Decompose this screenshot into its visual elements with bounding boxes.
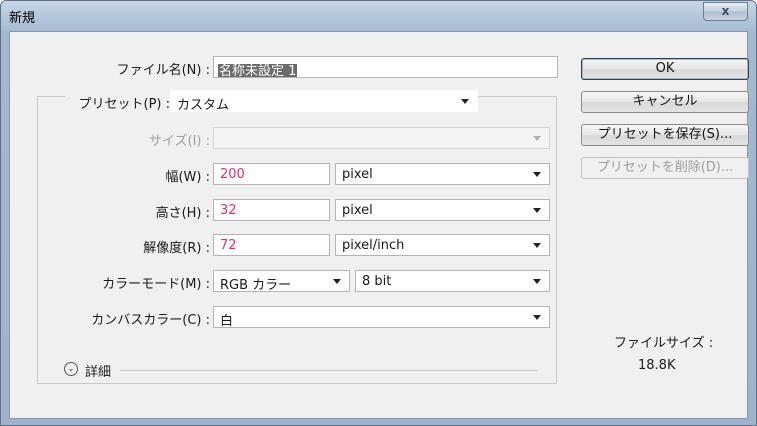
advanced-toggle-label[interactable]: 詳細 — [85, 361, 111, 380]
width-label: 幅(W) : — [165, 170, 210, 185]
height-unit-select[interactable]: pixel — [335, 199, 550, 221]
chevron-down-icon — [533, 208, 541, 213]
width-unit-value: pixel — [342, 167, 373, 182]
width-input[interactable]: 200 — [213, 163, 330, 185]
resolution-unit-select[interactable]: pixel/inch — [335, 234, 550, 256]
close-button[interactable]: x — [703, 2, 748, 21]
bit-depth-select[interactable]: 8 bit — [355, 270, 550, 292]
preset-select[interactable]: カスタム — [170, 90, 478, 113]
bit-depth-value: 8 bit — [362, 274, 392, 289]
chevron-down-icon — [533, 279, 541, 284]
canvas-color-value: 白 — [220, 314, 234, 329]
resolution-unit-value: pixel/inch — [342, 238, 405, 253]
title-bar[interactable]: 新規 x — [1, 1, 756, 31]
chevron-down-icon — [533, 243, 541, 248]
file-size-label: ファイルサイズ : — [614, 336, 714, 351]
color-mode-select[interactable]: RGB カラー — [213, 270, 350, 293]
cancel-button[interactable]: キャンセル — [581, 91, 749, 113]
width-unit-select[interactable]: pixel — [335, 163, 550, 185]
file-name-label: ファイル名(N) : — [116, 63, 210, 78]
close-icon: x — [721, 4, 730, 18]
chevron-double-down-icon[interactable]: ⌄ — [64, 362, 78, 376]
chevron-down-icon — [533, 172, 541, 177]
chevron-down-icon — [533, 315, 541, 320]
canvas-color-select[interactable]: 白 — [213, 306, 550, 329]
delete-preset-button[interactable]: プリセットを削除(D)... — [581, 157, 749, 179]
height-unit-value: pixel — [342, 203, 373, 218]
resolution-input[interactable]: 72 — [213, 234, 330, 256]
advanced-divider — [120, 370, 538, 371]
height-input[interactable]: 32 — [213, 199, 330, 221]
color-mode-label: カラーモード(M) : — [102, 277, 210, 292]
size-label: サイズ(I) : — [148, 134, 210, 149]
chevron-down-icon — [533, 136, 541, 141]
window-title: 新規 — [9, 11, 36, 26]
file-size-value: 18.8K — [638, 358, 676, 373]
chevron-down-icon — [333, 279, 341, 284]
resolution-label: 解像度(R) : — [143, 241, 210, 256]
chevron-down-icon — [461, 99, 469, 104]
save-preset-button[interactable]: プリセットを保存(S)... — [581, 124, 749, 146]
ok-button[interactable]: OK — [581, 58, 749, 80]
dialog-body: ファイル名(N) : 名称未設定 1 プリセット(P) : カスタム サイズ(I… — [9, 31, 749, 419]
height-label: 高さ(H) : — [155, 206, 210, 221]
color-mode-value: RGB カラー — [220, 278, 292, 293]
canvas-color-label: カンバスカラー(C) : — [91, 313, 210, 328]
file-name-value: 名称未設定 1 — [218, 64, 298, 78]
preset-label: プリセット(P) : — [65, 93, 173, 112]
file-name-input[interactable]: 名称未設定 1 — [213, 56, 558, 78]
size-select[interactable] — [213, 127, 550, 149]
preset-value: カスタム — [177, 98, 230, 113]
new-document-dialog: 新規 x ファイル名(N) : 名称未設定 1 プリセット(P) : カスタム … — [0, 0, 757, 426]
